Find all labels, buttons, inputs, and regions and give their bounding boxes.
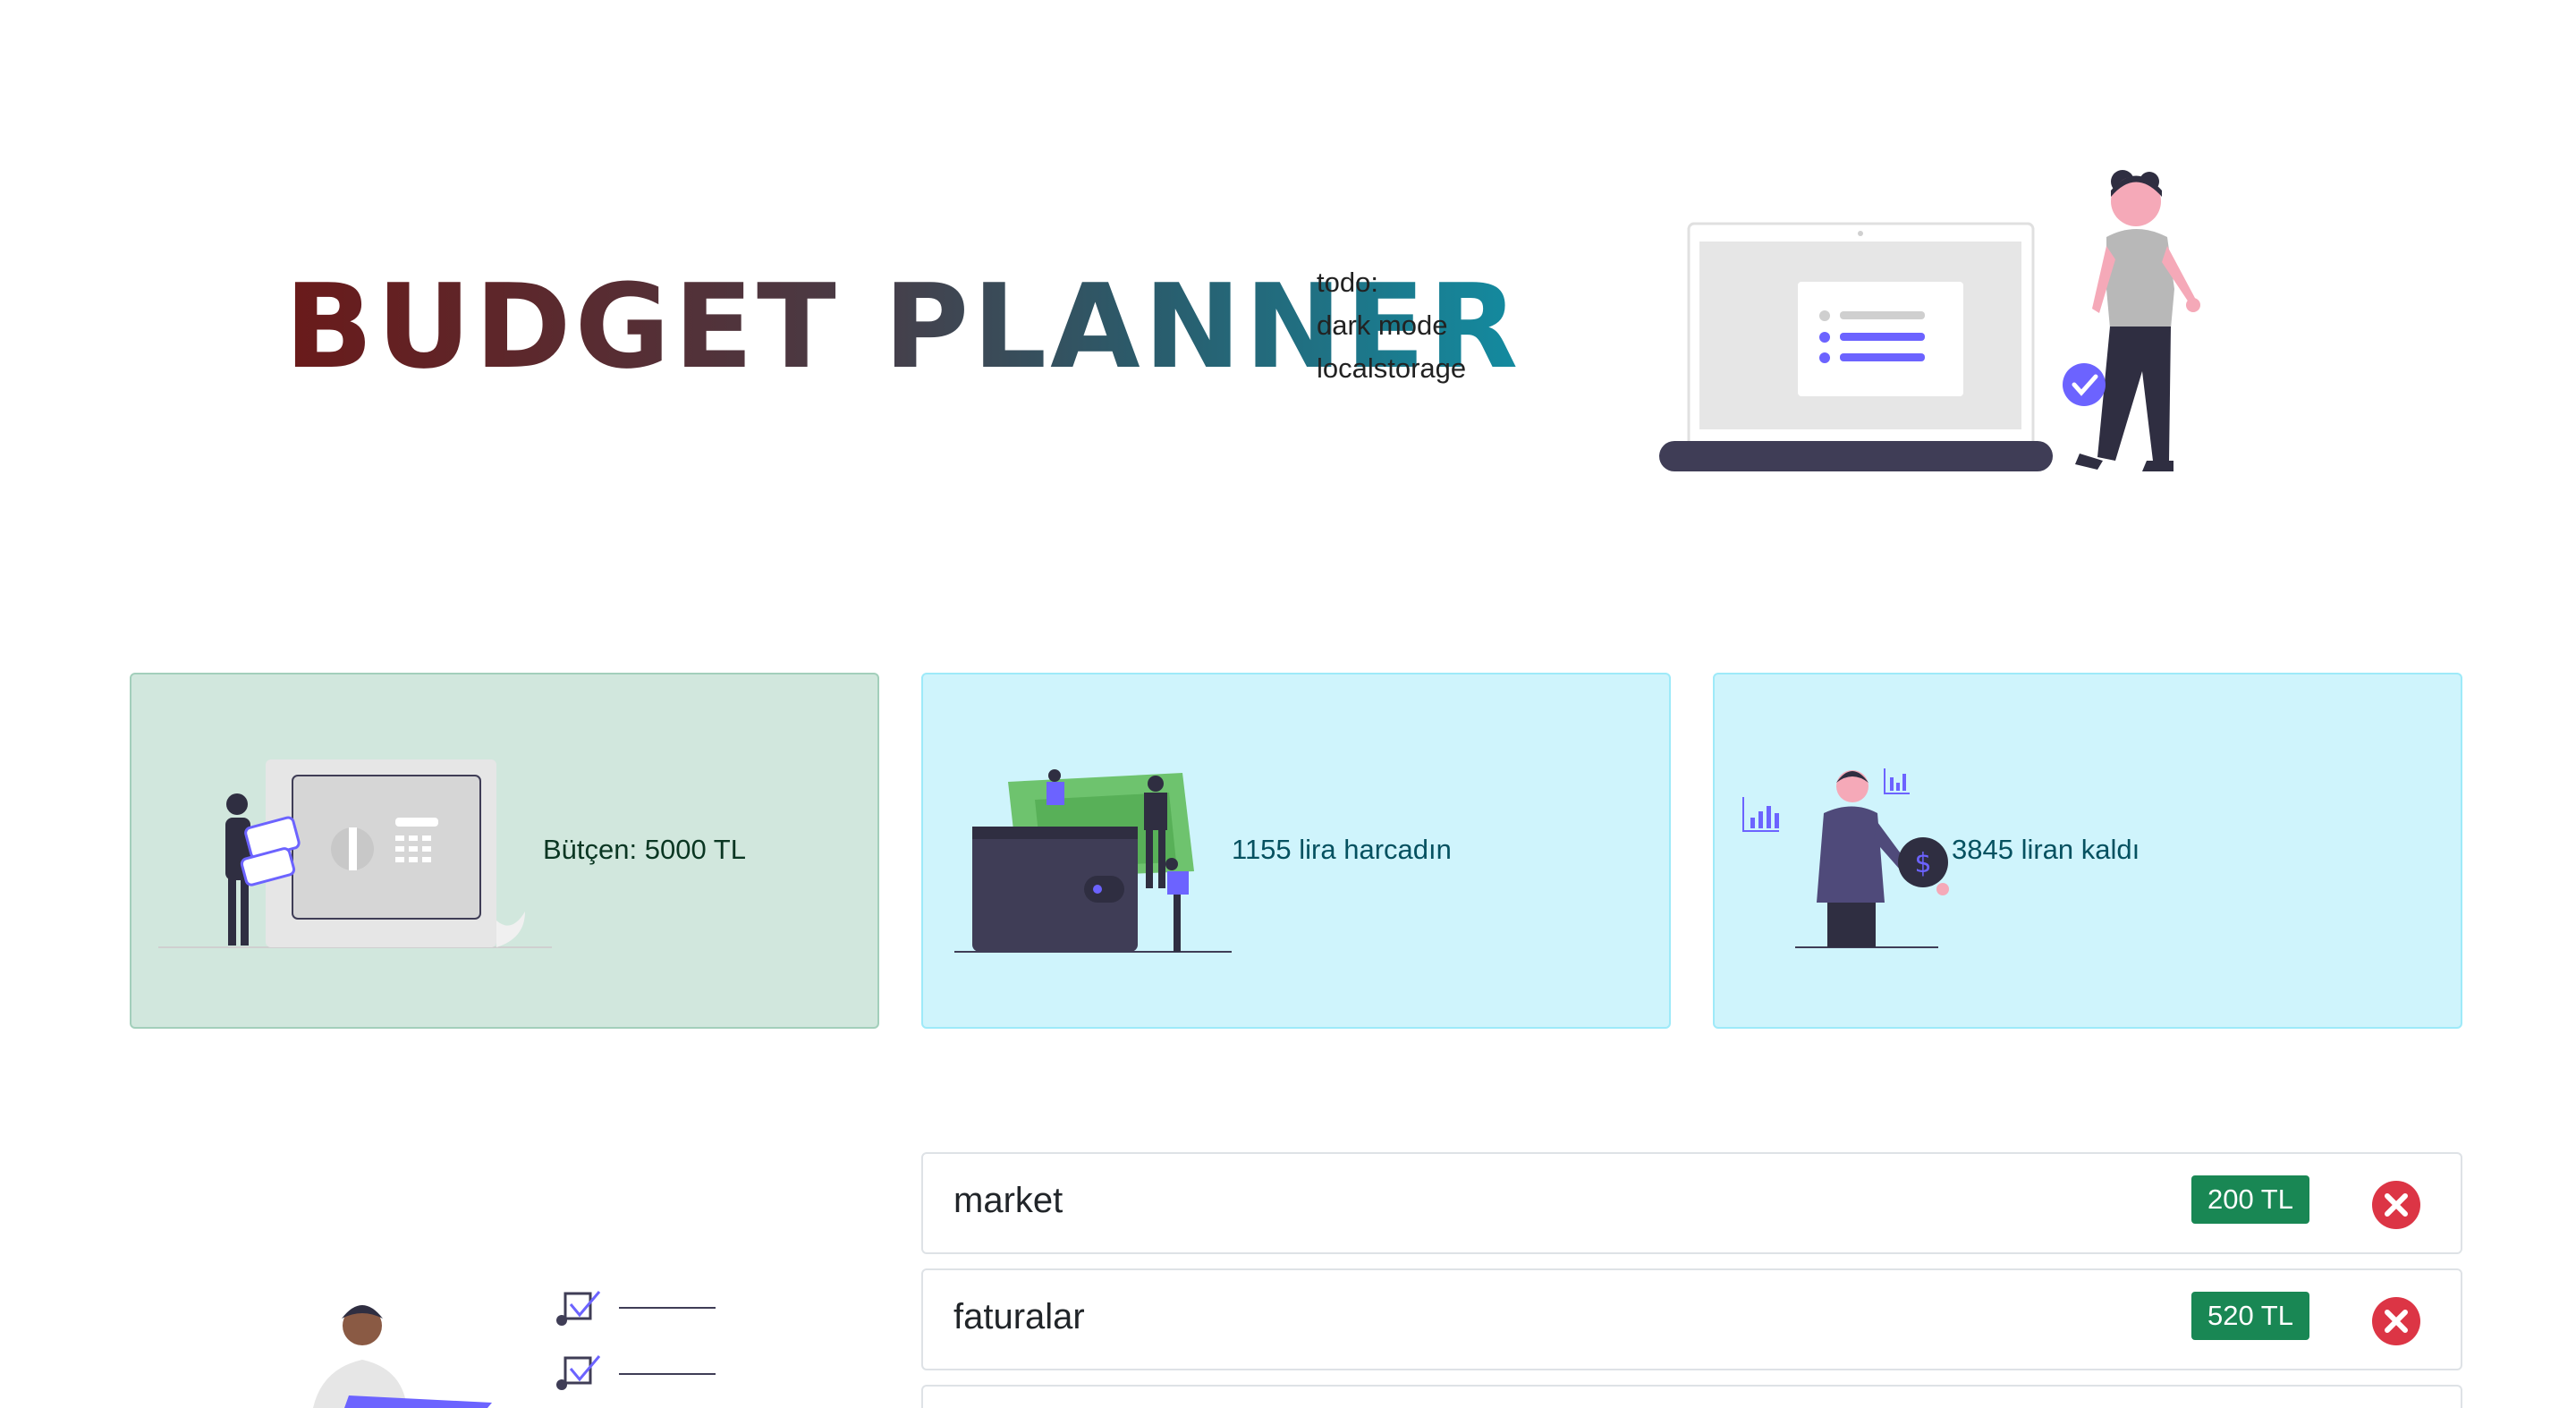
svg-text:$: $	[1914, 848, 1931, 879]
close-icon	[2385, 1310, 2408, 1333]
checklist-illustration	[313, 1291, 716, 1408]
todo-line: todo:	[1317, 267, 1378, 298]
expense-name: market	[953, 1181, 1063, 1220]
safe-illustration	[158, 759, 552, 948]
expense-name: faturalar	[953, 1297, 1085, 1336]
remaining-text: 3845 liran kaldı	[1952, 834, 2140, 865]
todo-line: dark mode	[1317, 310, 1448, 341]
expense-amount-badge: 520 TL	[2191, 1292, 2309, 1340]
delete-expense-button[interactable]	[2372, 1297, 2420, 1345]
budget-card: Bütçen: 5000 TL	[130, 673, 879, 1029]
expense-amount-badge: 200 TL	[2191, 1175, 2309, 1224]
delete-expense-button[interactable]	[2372, 1181, 2420, 1229]
expense-item: faturalar 520 TL	[921, 1268, 2462, 1370]
man-coin-illustration: $	[1742, 768, 1949, 948]
expense-item	[921, 1385, 2462, 1408]
todo-notes: todo: dark mode localstorage	[1317, 261, 1466, 390]
remaining-card: $ 3845 liran kaldı	[1713, 673, 2462, 1029]
budget-planner-page: BUDGET PLANNER todo: dark mode localstor…	[0, 0, 2576, 1408]
spent-card: 1155 lira harcadın	[921, 673, 1671, 1029]
wallet-illustration	[954, 769, 1232, 953]
budget-text: Bütçen: 5000 TL	[543, 834, 746, 865]
laptop-woman-illustration	[1659, 170, 2200, 471]
expense-item: market 200 TL	[921, 1152, 2462, 1254]
close-icon	[2385, 1193, 2408, 1217]
todo-line: localstorage	[1317, 352, 1467, 384]
spent-text: 1155 lira harcadın	[1232, 834, 1452, 865]
